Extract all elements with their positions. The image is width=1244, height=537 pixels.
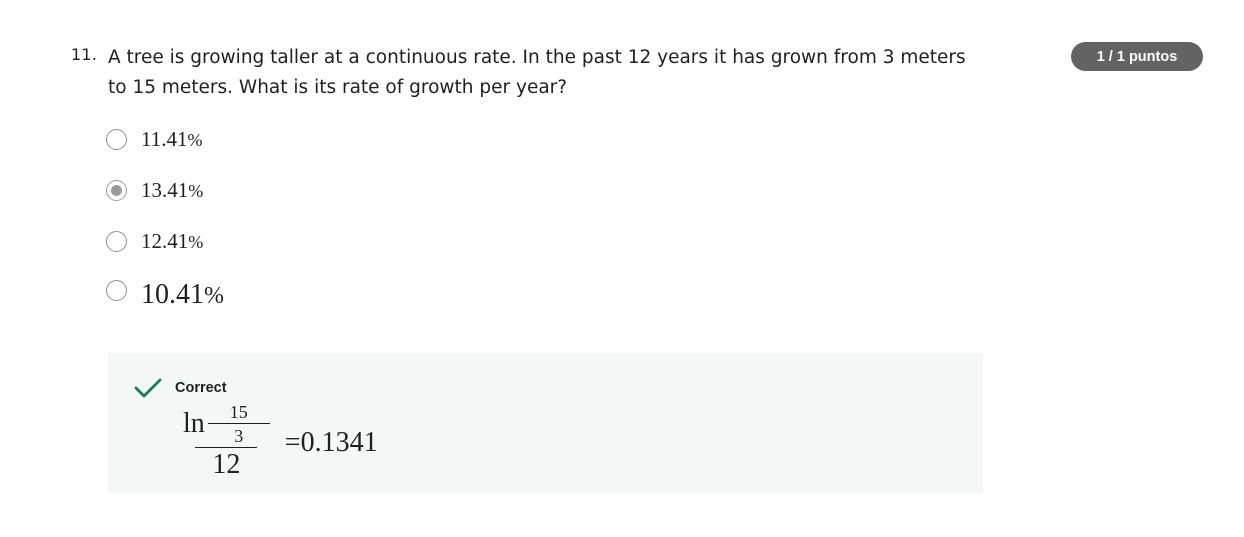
feedback-status: Correct [175,380,227,396]
option-1[interactable]: 11.41% [106,127,202,152]
option-label: 10.41% [141,279,224,310]
radio-selected-dot [111,185,122,196]
option-label: 12.41% [141,229,204,253]
option-label: 11.41% [141,127,203,151]
question-text: A tree is growing taller at a continuous… [108,47,966,98]
quiz-question: 11. A tree is growing taller at a contin… [0,0,1244,537]
inner-numerator: 15 [229,402,248,422]
outer-fraction: ln 15 3 12 [180,403,273,479]
question-number: 11. [71,45,98,64]
inner-fraction-bar [207,423,270,424]
ln-function: ln [183,408,205,439]
fraction-numerator: ln 15 3 [180,403,273,445]
option-3[interactable]: 12.41% [106,229,203,254]
option-4[interactable]: 10.41% [106,279,224,312]
radio-button[interactable] [106,129,127,150]
option-label: 13.41% [141,178,204,202]
radio-button[interactable] [106,231,127,252]
option-2[interactable]: 13.41% [106,178,203,203]
inner-fraction: 15 3 [207,402,270,446]
check-icon [134,378,162,398]
score-badge: 1 / 1 puntos [1071,42,1203,71]
formula-result: =0.1341 [284,427,378,458]
inner-denominator: 3 [234,426,244,446]
outer-fraction-bar [195,447,258,448]
feedback-panel: Correct ln 15 3 12 =0.1341 [108,353,983,493]
fraction-denominator: 12 [212,449,241,480]
radio-button[interactable] [106,280,127,301]
radio-button-selected[interactable] [106,180,127,201]
solution-formula: ln 15 3 12 =0.1341 [180,403,378,479]
